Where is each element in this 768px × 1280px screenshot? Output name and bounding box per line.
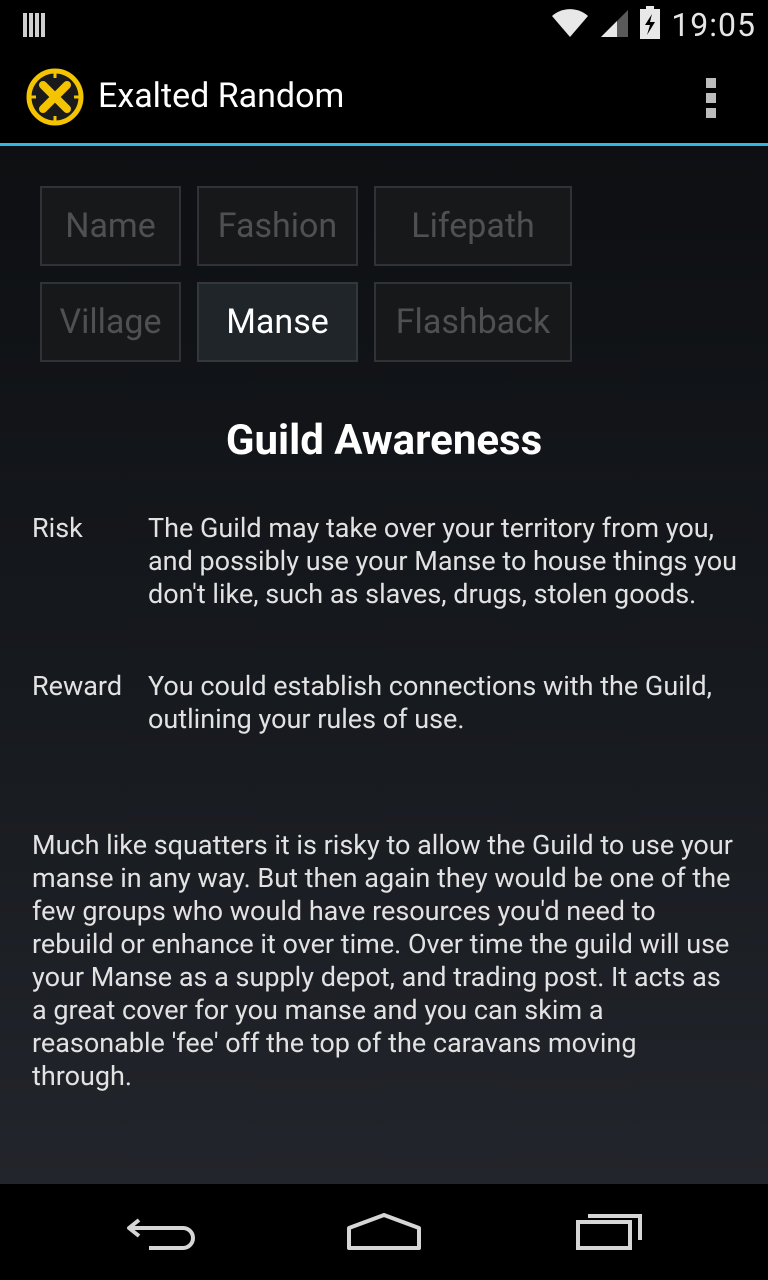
main-content: Name Fashion Lifepath Village Manse Flas…: [0, 146, 768, 1184]
risk-text: The Guild may take over your territory f…: [148, 512, 737, 610]
reward-label: Reward: [32, 670, 123, 702]
tab-name[interactable]: Name: [40, 186, 181, 266]
tab-village[interactable]: Village: [40, 282, 181, 362]
description-text: Much like squatters it is risky to allow…: [32, 829, 733, 1092]
result-title: Guild Awareness: [225, 416, 543, 465]
clock: 19:05: [671, 6, 756, 44]
battery-icon: [639, 6, 661, 44]
tab-manse[interactable]: Manse: [197, 282, 358, 362]
signal-icon: [599, 8, 629, 42]
overflow-menu-icon[interactable]: [706, 78, 720, 118]
tab-flashback[interactable]: Flashback: [374, 282, 572, 362]
notification-icon: [22, 11, 48, 43]
status-bar: 19:05: [0, 0, 768, 50]
action-bar: Exalted Random: [0, 50, 768, 146]
recent-apps-icon[interactable]: [560, 1184, 660, 1280]
risk-label: Risk: [32, 512, 83, 544]
app-logo-icon[interactable]: [26, 68, 84, 126]
wifi-icon: [551, 8, 589, 42]
tab-lifepath[interactable]: Lifepath: [374, 186, 572, 266]
navigation-bar: [0, 1184, 768, 1280]
tab-fashion[interactable]: Fashion: [197, 186, 358, 266]
reward-text: You could establish connections with the…: [148, 670, 712, 735]
home-icon[interactable]: [334, 1184, 434, 1280]
app-title: Exalted Random: [98, 76, 345, 116]
back-icon[interactable]: [110, 1184, 210, 1280]
